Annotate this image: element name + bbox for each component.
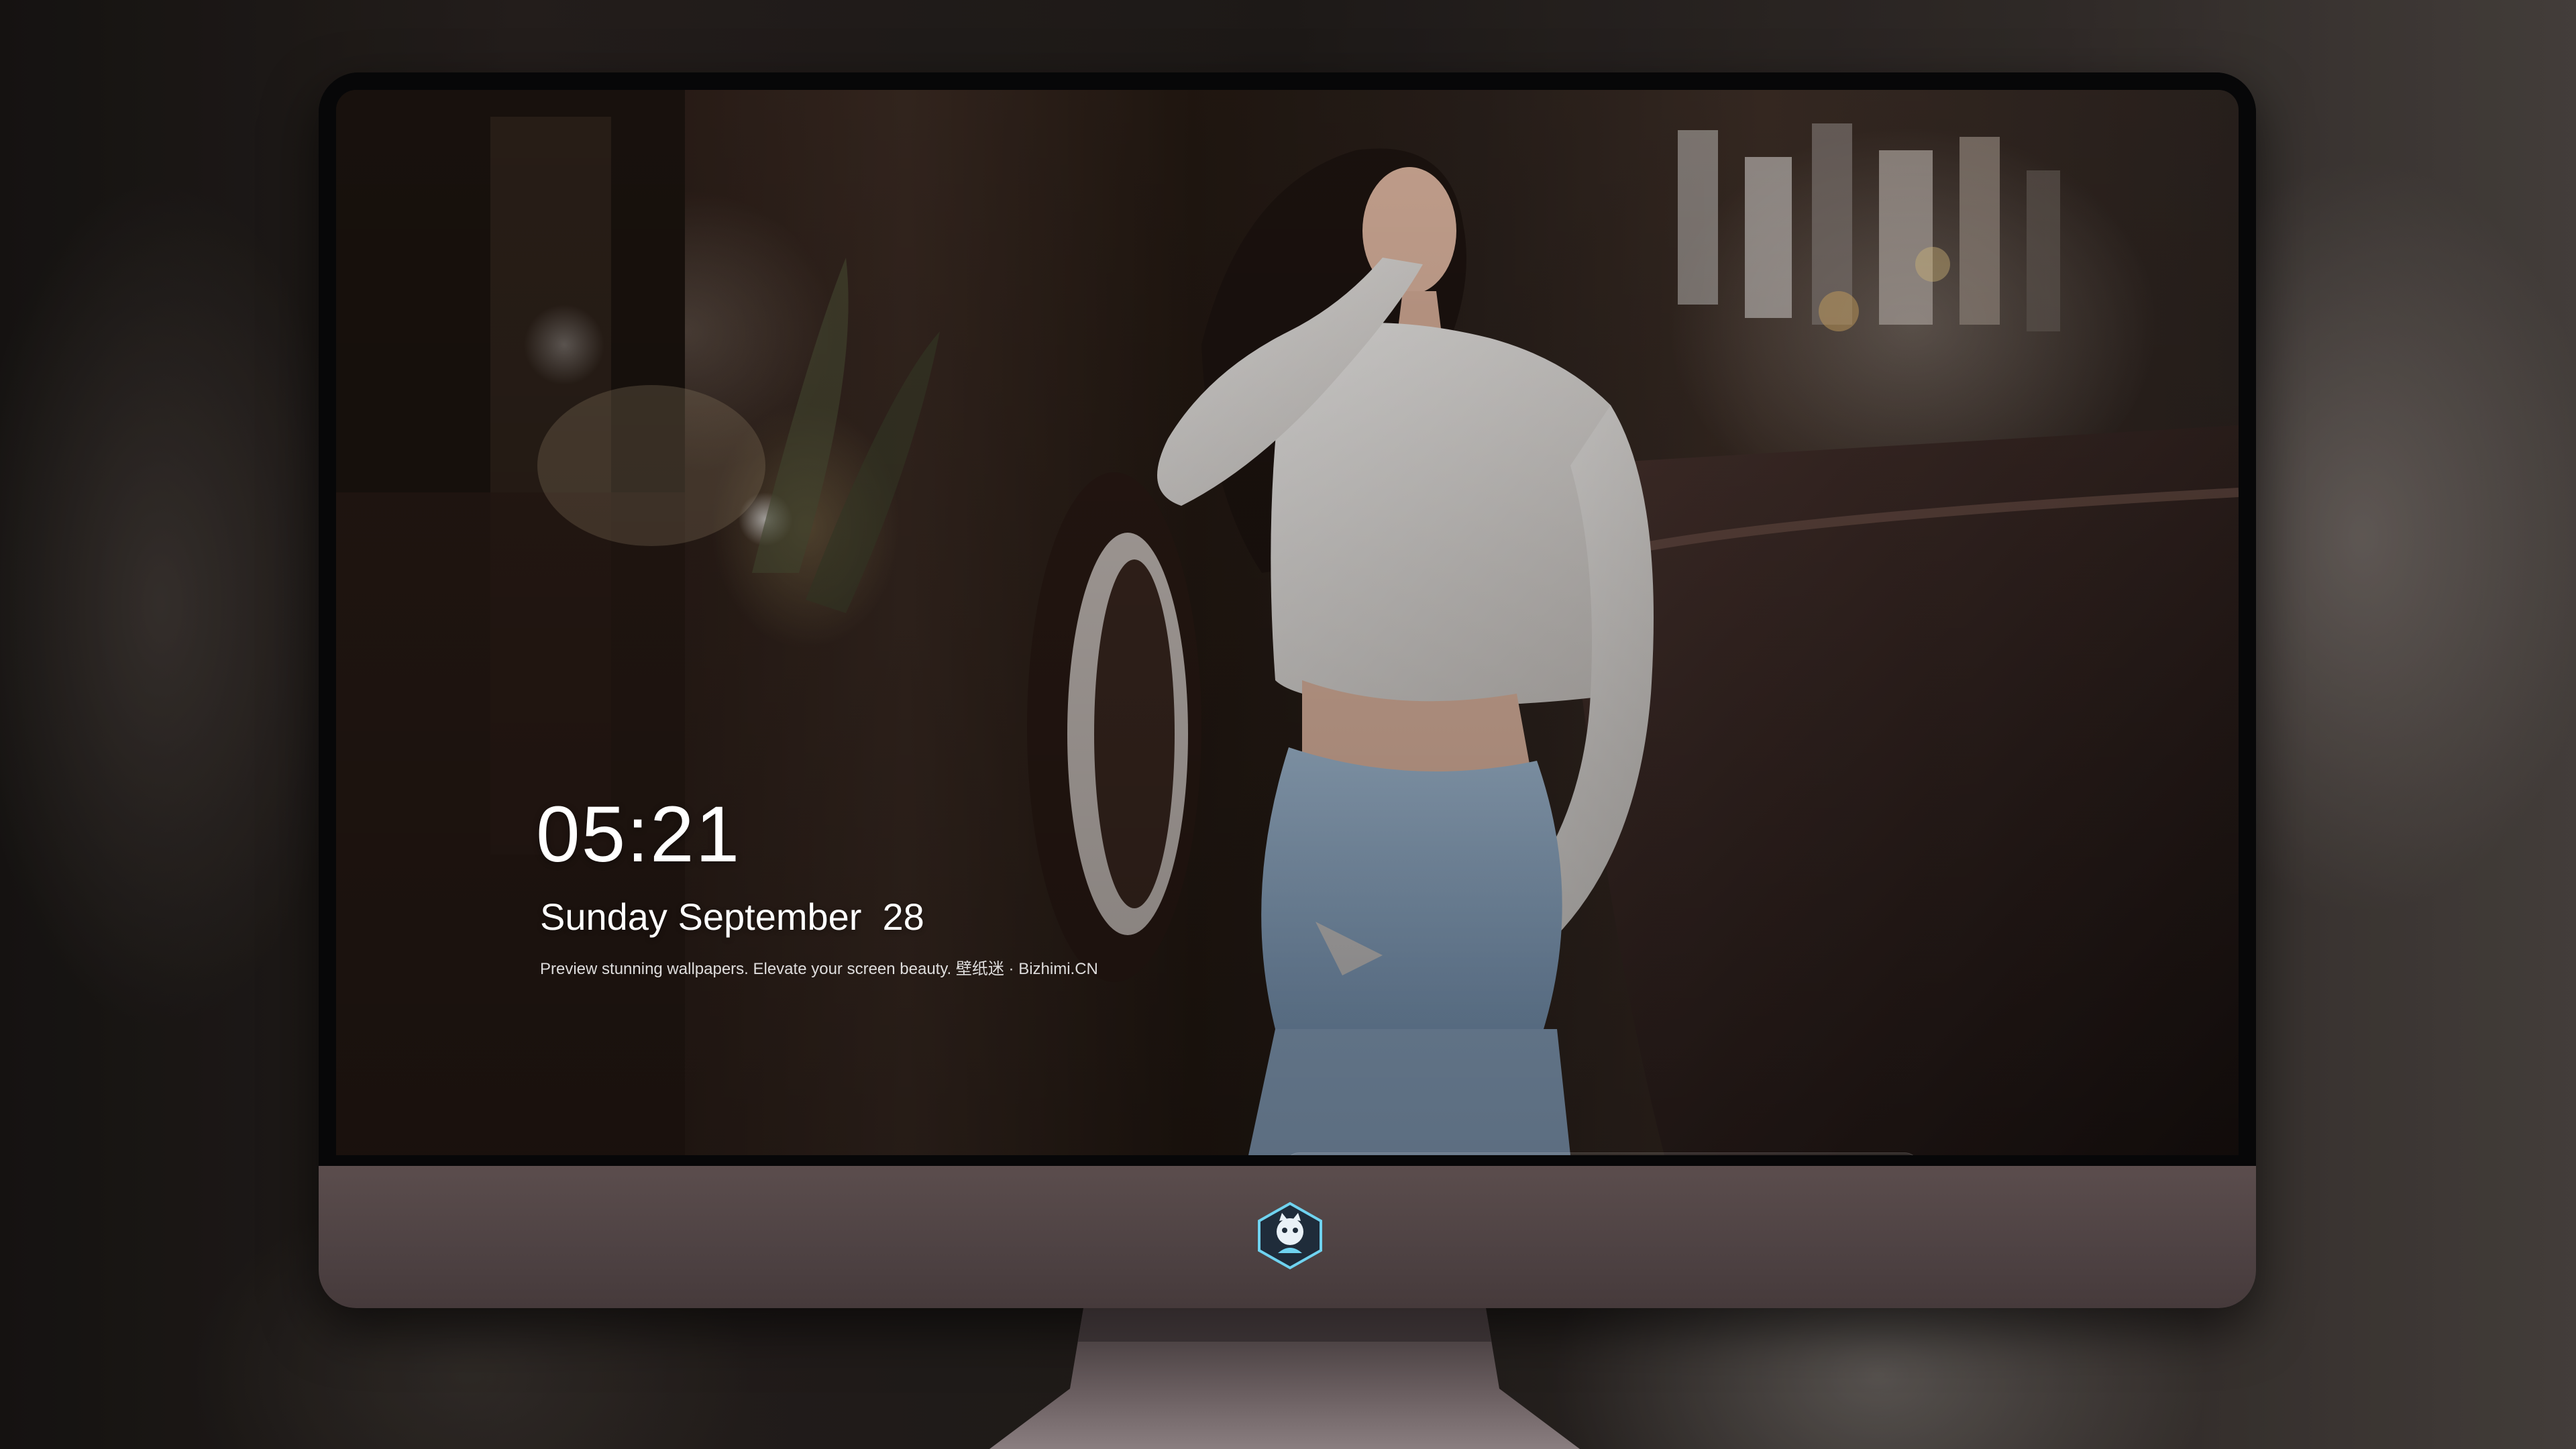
mascot-logo-icon xyxy=(1258,1201,1322,1270)
lockscreen-caption: Preview stunning wallpapers. Elevate you… xyxy=(540,960,1098,978)
screen-vignette xyxy=(336,90,2239,1155)
monitor: 05:21 Sunday September 28 Preview stunni… xyxy=(319,72,2256,1308)
monitor-stand xyxy=(989,1308,1580,1449)
lockscreen-time: 05:21 xyxy=(536,790,741,879)
lockscreen-date: Sunday September 28 xyxy=(540,896,924,938)
wallpaper-screen: 05:21 Sunday September 28 Preview stunni… xyxy=(336,90,2239,1155)
dock xyxy=(1283,1152,1921,1155)
